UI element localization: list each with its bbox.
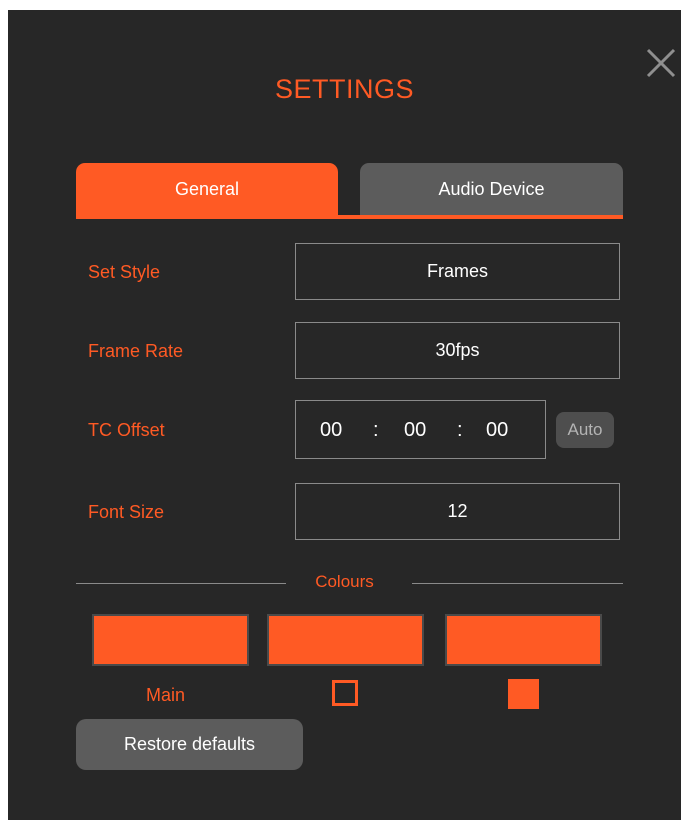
- tc-separator: :: [373, 419, 379, 441]
- tc-hours-input[interactable]: 00: [320, 419, 342, 442]
- tab-bar: General Audio Device: [76, 163, 623, 219]
- auto-button[interactable]: Auto: [556, 412, 614, 448]
- divider-right: [412, 583, 623, 584]
- set-style-field[interactable]: Frames: [295, 243, 620, 300]
- tab-audio-device[interactable]: Audio Device: [360, 163, 623, 215]
- colours-section-label: Colours: [315, 572, 374, 591]
- restore-defaults-button[interactable]: Restore defaults: [76, 719, 303, 770]
- tc-separator: :: [457, 419, 463, 441]
- tab-underline: [76, 215, 623, 219]
- frame-rate-field[interactable]: 30fps: [295, 322, 620, 379]
- filled-colour-checkbox[interactable]: [508, 679, 539, 709]
- dialog-title: SETTINGS: [274, 74, 414, 104]
- outline-colour-checkbox[interactable]: [332, 680, 358, 706]
- font-size-field[interactable]: 12: [295, 483, 620, 540]
- set-style-label: Set Style: [88, 262, 161, 282]
- tc-seconds-input[interactable]: 00: [486, 419, 508, 442]
- settings-dialog: SETTINGS General Audio Device Set Style …: [8, 10, 681, 820]
- colour-swatch-second[interactable]: [267, 614, 424, 666]
- tc-offset-label: TC Offset: [88, 420, 165, 440]
- colour-swatch-main[interactable]: [92, 614, 249, 666]
- font-size-label: Font Size: [88, 502, 165, 522]
- main-colour-label: Main: [146, 685, 186, 705]
- tab-general[interactable]: General: [76, 163, 338, 215]
- tc-offset-field: 00 : 00 : 00: [295, 400, 546, 459]
- tc-minutes-input[interactable]: 00: [404, 419, 426, 442]
- frame-rate-label: Frame Rate: [88, 341, 184, 361]
- colour-swatch-third[interactable]: [445, 614, 602, 666]
